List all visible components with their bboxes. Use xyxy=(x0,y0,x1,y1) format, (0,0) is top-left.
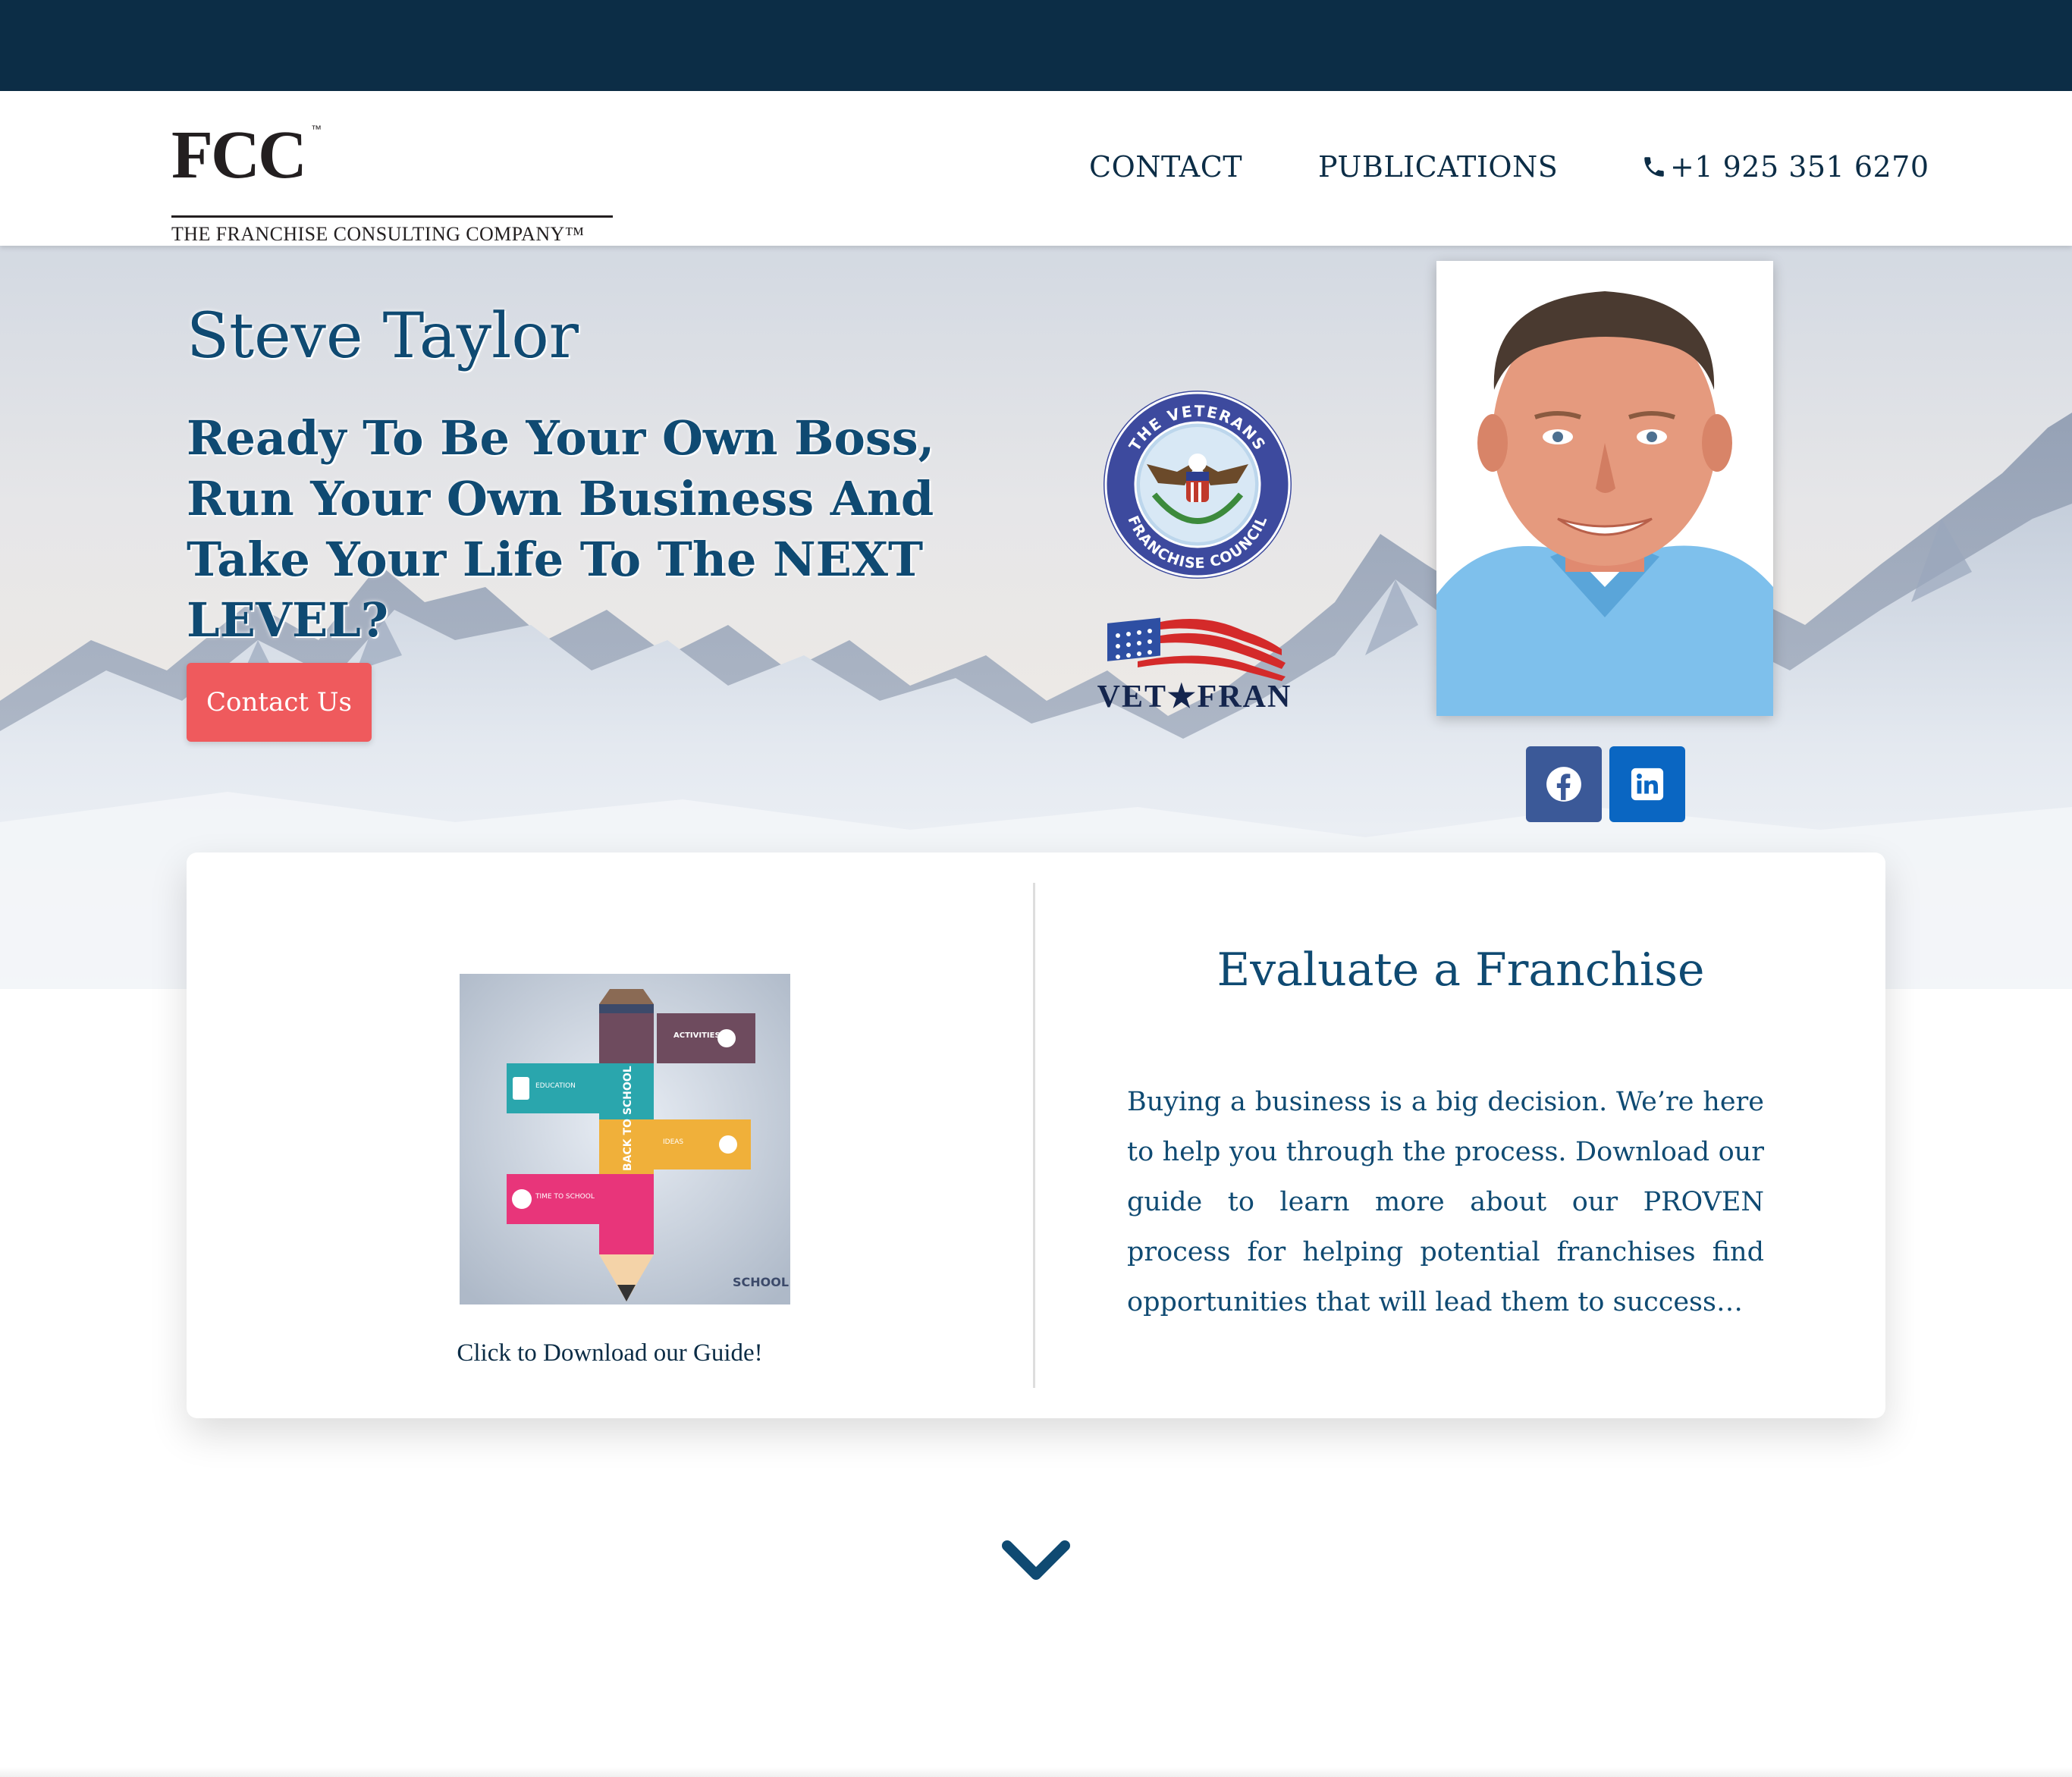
linkedin-icon xyxy=(1631,768,1664,801)
logo-subtitle: THE FRANCHISE CONSULTING COMPANY™ xyxy=(171,223,585,245)
fcc-logo[interactable]: FCC ™ THE FRANCHISE CONSULTING COMPANY™ xyxy=(171,118,626,245)
vetfran-logo[interactable]: VET★FRAN xyxy=(1092,616,1297,714)
nav-phone-link[interactable]: +1 925 351 6270 xyxy=(1641,150,1929,184)
facebook-icon xyxy=(1546,767,1581,802)
evaluate-franchise-text: Buying a business is a big decision. We’… xyxy=(1127,1087,1764,1317)
logo-rule xyxy=(171,215,613,218)
facebook-button[interactable] xyxy=(1526,746,1602,822)
advisor-name: Steve Taylor xyxy=(187,300,579,372)
evaluate-franchise-heading: Evaluate a Franchise xyxy=(1217,943,1705,997)
top-bar xyxy=(0,0,2072,91)
site-header: FCC ™ THE FRANCHISE CONSULTING COMPANY™ … xyxy=(0,91,2072,246)
guide-label-time: TIME TO SCHOOL xyxy=(535,1193,595,1201)
linkedin-button[interactable] xyxy=(1609,746,1685,822)
advisor-photo xyxy=(1436,261,1773,716)
bottom-divider xyxy=(0,1767,2072,1777)
hero-tagline: Ready To Be Your Own Boss, Run Your Own … xyxy=(187,410,935,648)
phone-icon xyxy=(1644,157,1664,177)
nav-publications-link[interactable]: PUBLICATIONS xyxy=(1318,150,1558,184)
guide-label-ideas: IDEAS xyxy=(663,1138,683,1146)
veterans-franchise-council-seal[interactable]: THE VETERANS FRANCHISE COUNCIL xyxy=(1101,388,1294,581)
phone-number: +1 925 351 6270 xyxy=(1670,150,1929,184)
guide-label-education: EDUCATION xyxy=(535,1082,576,1090)
nav-contact-link[interactable]: CONTACT xyxy=(1089,150,1242,184)
logo-trademark: ™ xyxy=(311,123,322,135)
chevron-down-icon[interactable] xyxy=(1001,1540,1071,1584)
guide-label-activities: ACTIVITIES xyxy=(673,1031,720,1040)
logo-mark: FCC xyxy=(171,118,307,193)
download-guide-link[interactable]: Click to Download our Guide! xyxy=(187,1339,1033,1367)
guide-label-pencil: BACK TO SCHOOL xyxy=(622,1066,634,1171)
guide-label-corner: SCHOOL xyxy=(733,1275,789,1289)
contact-us-button[interactable]: Contact Us xyxy=(187,663,372,742)
vetfran-text: VET★FRAN xyxy=(1097,680,1292,714)
portrait-image xyxy=(1436,261,1773,716)
download-guide-image[interactable]: ACTIVITIES EDUCATION IDEAS TIME TO SCHOO… xyxy=(460,974,790,1304)
card-divider xyxy=(1033,883,1035,1388)
evaluate-franchise-card: ACTIVITIES EDUCATION IDEAS TIME TO SCHOO… xyxy=(187,852,1885,1418)
